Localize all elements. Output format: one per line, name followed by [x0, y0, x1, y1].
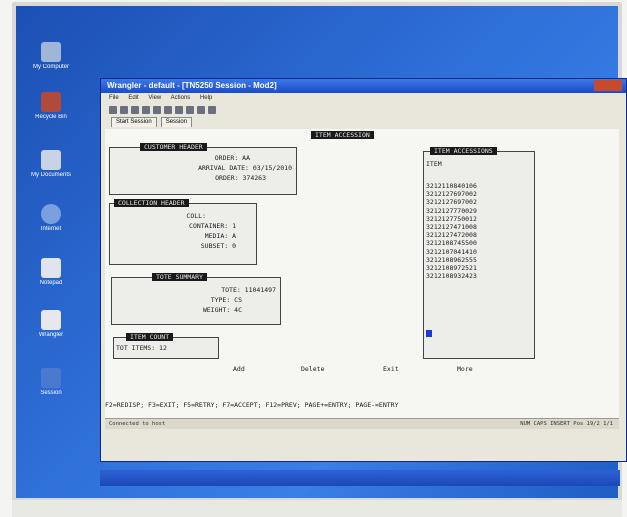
copy-icon[interactable]: [131, 105, 139, 114]
order-field: ORDER: AA: [214, 154, 250, 162]
list-item[interactable]: 3212127697002: [426, 198, 477, 206]
globe-icon: [41, 204, 61, 224]
connect-icon[interactable]: [153, 105, 161, 114]
order-number-field: ORDER: 374263: [215, 174, 266, 182]
terminal-icon: [41, 368, 61, 388]
print-icon[interactable]: [120, 105, 128, 114]
list-item[interactable]: 3212108972521: [426, 264, 477, 272]
list-item[interactable]: 3212127697002: [426, 190, 477, 198]
function-key-legend: F2=REDISP; F3=EXIT; F5=RETRY; F7=ACCEPT;…: [105, 401, 399, 409]
list-item[interactable]: 3212107041410: [426, 248, 477, 256]
menu-actions[interactable]: Actions: [171, 95, 191, 101]
close-icon[interactable]: [594, 80, 622, 91]
item-count-label: ITEM COUNT: [126, 333, 174, 341]
desktop-icon-notepad[interactable]: Notepad: [30, 258, 72, 286]
tote-field: TOTE: 11041497: [221, 286, 276, 294]
menubar: File Edit View Actions Help: [101, 93, 626, 103]
type-field: TYPE: CS: [210, 296, 242, 304]
item-accessions-label: ITEM ACCESSIONS: [430, 147, 497, 155]
recycle-bin-icon: [41, 92, 61, 112]
window-titlebar[interactable]: Wrangler - default - [TN5250 Session - M…: [101, 79, 626, 93]
more-option[interactable]: More: [457, 365, 473, 373]
settings-icon[interactable]: [175, 105, 183, 114]
window-title: Wrangler - default - [TN5250 Session - M…: [107, 81, 277, 90]
status-bar: Connected to host NUM CAPS INSERT Pos 19…: [105, 418, 619, 429]
save-icon[interactable]: [109, 105, 117, 114]
exit-option[interactable]: Exit: [383, 365, 399, 373]
list-item[interactable]: 3212127770029: [426, 207, 477, 215]
desktop-icon-recycle-bin[interactable]: Recycle Bin: [30, 92, 72, 120]
collection-header-label: COLLECTION HEADER: [114, 199, 189, 207]
container-field: CONTAINER: 1: [189, 222, 236, 230]
item-count-box: ITEM COUNT TOT ITEMS: 12: [113, 333, 219, 359]
list-item[interactable]: 3212108962555: [426, 256, 477, 264]
menu-help[interactable]: Help: [200, 95, 212, 101]
taskbar[interactable]: [100, 470, 620, 486]
terminal-screen[interactable]: ITEM ACCESSION CUSTOMER HEADER ORDER: AA…: [105, 129, 619, 429]
item-column-header: ITEM: [426, 160, 442, 168]
help-icon[interactable]: [208, 105, 216, 114]
macro-icon[interactable]: [197, 105, 205, 114]
customer-header-label: CUSTOMER HEADER: [140, 143, 207, 151]
menu-view[interactable]: View: [148, 95, 161, 101]
tote-summary-box: TOTE SUMMARY TOTE: 11041497 TYPE: CS WEI…: [111, 273, 281, 325]
tab-session[interactable]: Session: [160, 117, 193, 127]
arrival-date-field: ARRIVAL DATE: 03/15/2010: [198, 164, 292, 172]
terminal-window: Wrangler - default - [TN5250 Session - M…: [100, 78, 627, 462]
application-icon: [41, 310, 61, 330]
list-item[interactable]: 3212127471008: [426, 223, 477, 231]
desktop-icon-my-computer[interactable]: My Computer: [30, 42, 72, 70]
status-left: Connected to host: [109, 421, 166, 427]
session-tabs: Start Session Session: [101, 116, 626, 127]
customer-header-box: CUSTOMER HEADER ORDER: AA ARRIVAL DATE: …: [109, 143, 297, 195]
desktop-icon-internet[interactable]: Internet: [30, 204, 72, 232]
notepad-icon: [41, 258, 61, 278]
tote-summary-label: TOTE SUMMARY: [152, 273, 207, 281]
paste-icon[interactable]: [142, 105, 150, 114]
input-cursor[interactable]: [426, 330, 432, 337]
subset-field: SUBSET: 0: [200, 242, 236, 250]
screen-title: ITEM ACCESSION: [311, 131, 374, 139]
item-accessions-list: ITEM ACCESSIONS ITEM 3212110840106 32121…: [423, 147, 535, 359]
delete-option[interactable]: Delete: [301, 365, 324, 373]
media-field: MEDIA: A: [204, 232, 236, 240]
keyboard-icon[interactable]: [186, 105, 194, 114]
status-right: NUM CAPS INSERT Pos 19/2 1/1: [520, 421, 613, 427]
monitor-bezel: [12, 500, 622, 517]
list-item[interactable]: 3212127472008: [426, 231, 477, 239]
desktop-icon-wrangler[interactable]: Wrangler: [30, 310, 72, 338]
collection-header-box: COLLECTION HEADER COLL: CONTAINER: 1 MED…: [109, 199, 257, 265]
coll-field: COLL:: [186, 212, 206, 220]
disconnect-icon[interactable]: [164, 105, 172, 114]
folder-icon: [41, 150, 61, 170]
menu-edit[interactable]: Edit: [128, 95, 138, 101]
item-list: 3212110840106 3212127697002 321212769700…: [426, 182, 477, 280]
total-items-field: TOT ITEMS: 12: [116, 344, 167, 352]
toolbar: [101, 103, 626, 116]
add-option[interactable]: Add: [233, 365, 245, 373]
menu-file[interactable]: File: [109, 95, 119, 101]
computer-icon: [41, 42, 61, 62]
desktop-icon-documents[interactable]: My Documents: [30, 150, 72, 178]
list-item[interactable]: 3212108745500: [426, 239, 477, 247]
tab-start-session[interactable]: Start Session: [111, 117, 157, 127]
list-item[interactable]: 3212108932423: [426, 272, 477, 280]
weight-field: WEIGHT: 4C: [202, 306, 242, 314]
list-item[interactable]: 3212127750012: [426, 215, 477, 223]
list-item[interactable]: 3212110840106: [426, 182, 477, 190]
desktop-icon-session[interactable]: Session: [30, 368, 72, 396]
